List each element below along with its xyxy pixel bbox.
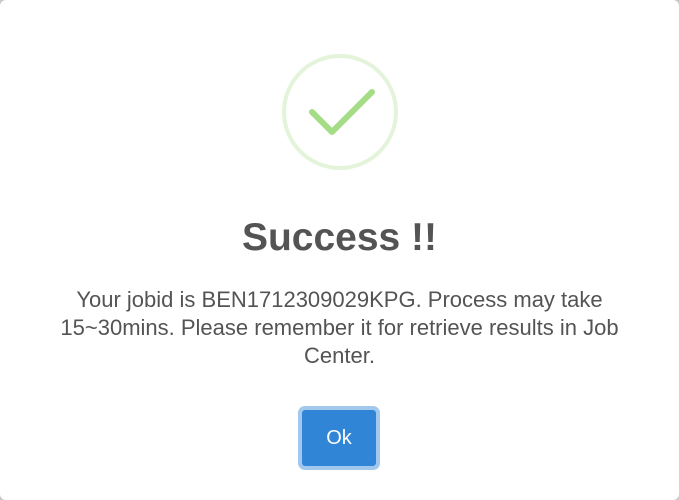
- checkmark-icon: [309, 89, 375, 135]
- dialog-title: Success !!: [241, 216, 438, 259]
- success-dialog: Success !! Your jobid is BEN1712309029KP…: [0, 0, 679, 500]
- ok-button[interactable]: Ok: [298, 406, 380, 470]
- success-check-icon: [282, 54, 398, 170]
- dialog-message: Your jobid is BEN1712309029KPG. Process …: [60, 287, 619, 368]
